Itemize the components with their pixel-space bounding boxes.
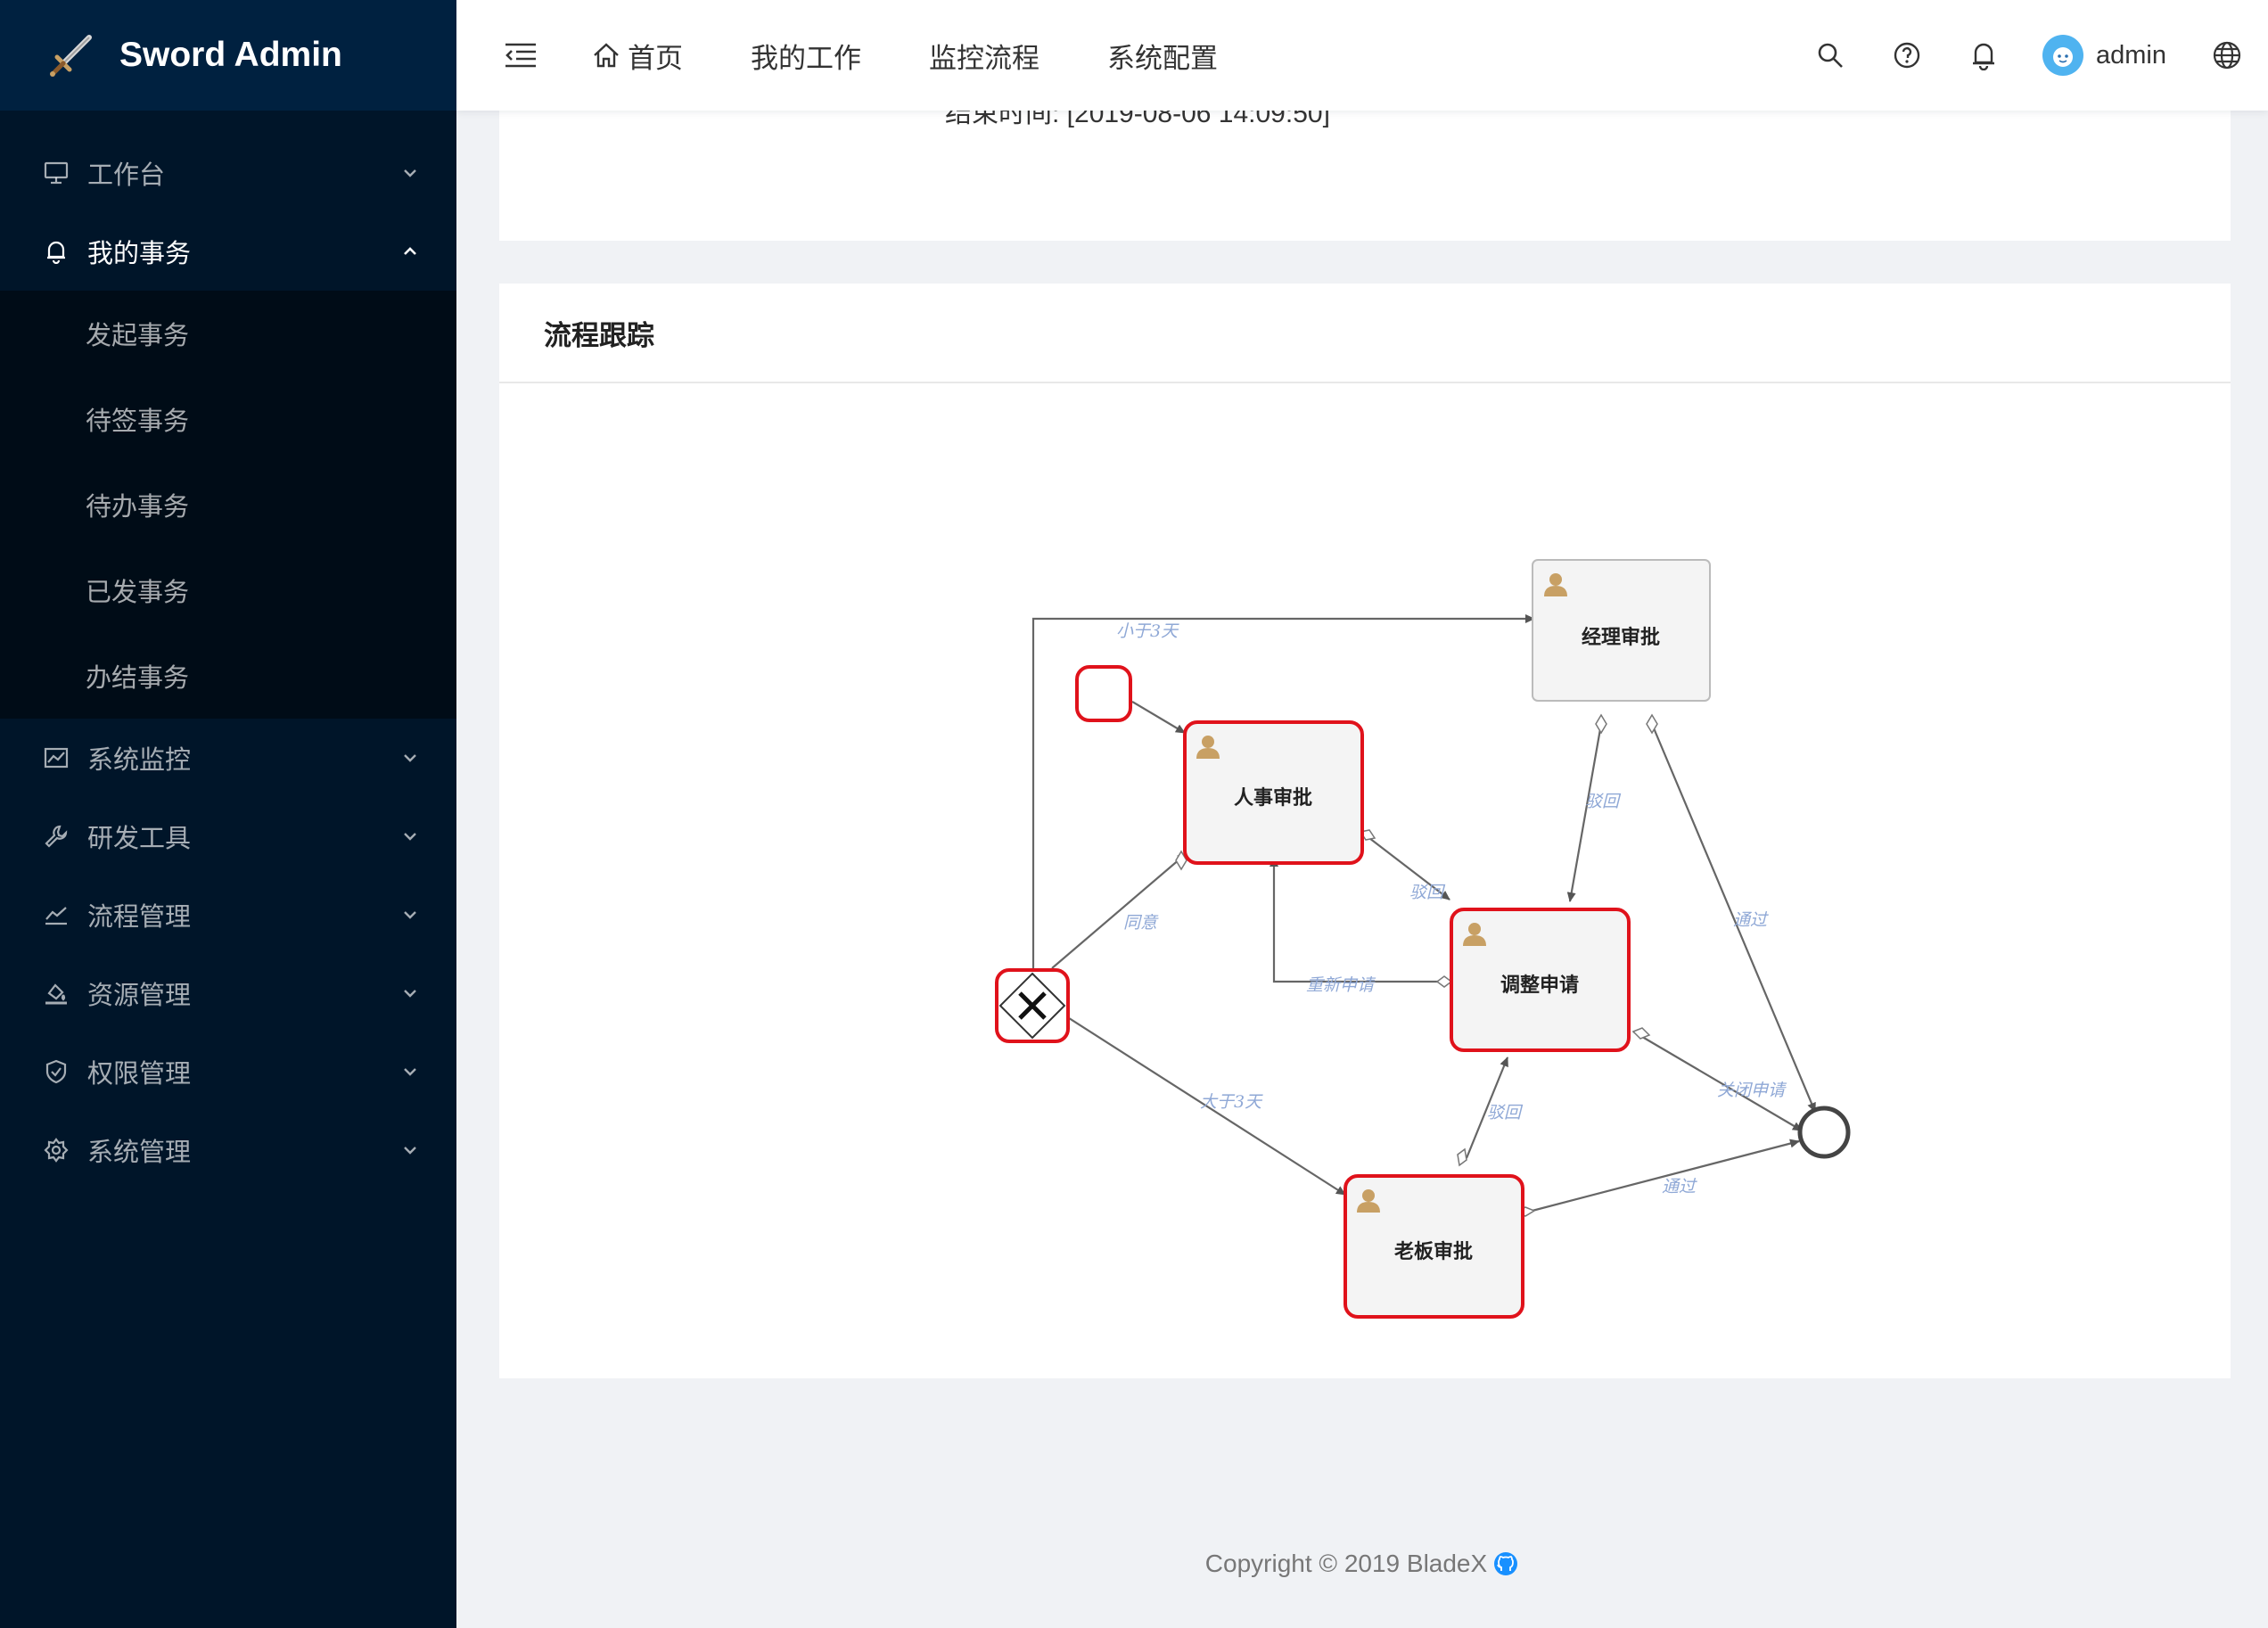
- header-actions: admin: [1812, 0, 2268, 111]
- task-label: 调整申请: [1500, 974, 1579, 997]
- sidebar-item-resource-mgmt[interactable]: 资源管理: [0, 954, 456, 1032]
- sidebar-item-label: 工作台: [87, 160, 166, 190]
- sidebar-item-label: 权限管理: [87, 1058, 192, 1089]
- flow-label-reject-3: 驳回: [1487, 1103, 1524, 1122]
- menu-fold-icon[interactable]: [496, 30, 546, 80]
- sidebar-subitem-done[interactable]: 办结事务: [0, 633, 456, 719]
- flow-marker: [1435, 975, 1453, 988]
- chevron-down-icon: [399, 162, 421, 184]
- process-tracking-card: 流程跟踪 小于3天 驳回 通过 驳回 同意 重新申请 大于3天 关闭申请 驳回 …: [499, 284, 2231, 1378]
- edge-agree: [1051, 852, 1187, 969]
- sidebar-item-my-affairs[interactable]: 我的事务: [0, 212, 456, 291]
- nav-home-label: 首页: [628, 42, 683, 75]
- avatar[interactable]: [2042, 35, 2083, 76]
- home-icon: [594, 43, 619, 68]
- flow-marker: [1631, 1027, 1651, 1040]
- flow-label-less-3: 小于3天: [1116, 621, 1179, 641]
- sidebar-subitem-start[interactable]: 发起事务: [0, 291, 456, 376]
- username[interactable]: admin: [2096, 41, 2166, 70]
- nav-my-work[interactable]: 我的工作: [751, 36, 861, 76]
- bell-icon[interactable]: [1966, 37, 2001, 73]
- edge-reapply: [1270, 857, 1450, 983]
- task-label: 人事审批: [1234, 786, 1312, 810]
- sidebar-item-system-mgmt[interactable]: 系统管理: [0, 1111, 456, 1189]
- chevron-down-icon: [399, 904, 421, 925]
- flow-label-reject-2: 驳回: [1409, 883, 1446, 902]
- sidebar-item-label: 流程管理: [87, 901, 192, 932]
- setting-icon: [43, 1137, 70, 1163]
- submenu-my-affairs: 发起事务 待签事务 待办事务 已发事务 办结事务: [0, 291, 456, 719]
- sidebar-item-dev-tools[interactable]: 研发工具: [0, 797, 456, 876]
- search-icon[interactable]: [1812, 37, 1848, 73]
- edge-start-to-hr: [1131, 701, 1186, 734]
- copyright-text: Copyright © 2019 BladeX: [1204, 1550, 1488, 1577]
- sidebar-item-dashboard[interactable]: 工作台: [0, 134, 456, 212]
- exclusive-gateway[interactable]: [995, 968, 1070, 1043]
- flow-label-agree: 同意: [1123, 913, 1159, 933]
- sidebar-item-label: 系统监控: [87, 744, 192, 775]
- card-title: 流程跟踪: [544, 319, 654, 352]
- top-nav: 首页 我的工作 监控流程 系统配置: [592, 36, 1286, 76]
- sidebar: Sword Admin 工作台 我的事务 发起事务 待签事务 待办事务 已发事务…: [0, 0, 456, 1628]
- flow-marker: [1595, 713, 1607, 735]
- chevron-down-icon: [399, 1139, 421, 1161]
- flow-label-approve-2: 通过: [1662, 1177, 1697, 1196]
- footer: Copyright © 2019 BladeX: [456, 1550, 2268, 1578]
- sidebar-item-label: 研发工具: [87, 823, 192, 853]
- flow-label-approve-1: 通过: [1733, 910, 1769, 930]
- app-title: Sword Admin: [119, 36, 342, 74]
- safety-icon: [43, 1058, 70, 1085]
- help-icon[interactable]: [1889, 37, 1925, 73]
- desktop-icon: [43, 160, 70, 186]
- flow-label-close: 关闭申请: [1717, 1081, 1787, 1100]
- github-icon[interactable]: [1492, 1550, 1519, 1577]
- sidebar-item-monitor[interactable]: 系统监控: [0, 719, 456, 797]
- sidebar-subitem-todo[interactable]: 待办事务: [0, 462, 456, 547]
- sidebar-subitem-sent[interactable]: 已发事务: [0, 547, 456, 633]
- chevron-down-icon: [399, 747, 421, 769]
- nav-system-config[interactable]: 系统配置: [1107, 36, 1218, 76]
- sidebar-item-label: 资源管理: [87, 980, 192, 1010]
- flow-label-reapply: 重新申请: [1306, 975, 1376, 995]
- task-adjust-application[interactable]: 调整申请: [1450, 908, 1631, 1052]
- task-label: 经理审批: [1582, 626, 1660, 649]
- task-boss-approval[interactable]: 老板审批: [1344, 1174, 1524, 1319]
- flow-label-reject-1: 驳回: [1585, 792, 1622, 811]
- end-event[interactable]: [1797, 1106, 1851, 1159]
- sword-icon: [46, 30, 96, 80]
- sidebar-item-process-mgmt[interactable]: 流程管理: [0, 876, 456, 954]
- area-chart-icon: [43, 744, 70, 771]
- chevron-down-icon: [399, 1061, 421, 1082]
- globe-icon[interactable]: [2209, 37, 2245, 73]
- stock-icon: [43, 901, 70, 928]
- process-diagram: 小于3天 驳回 通过 驳回 同意 重新申请 大于3天 关闭申请 驳回 通过 经理…: [995, 559, 1851, 1319]
- flow-label-greater-3: 大于3天: [1200, 1092, 1263, 1112]
- sidebar-subitem-to-sign[interactable]: 待签事务: [0, 376, 456, 462]
- chevron-up-icon: [399, 241, 421, 262]
- bg-colors-icon: [43, 980, 70, 1007]
- sidebar-item-label: 我的事务: [87, 238, 192, 268]
- logo[interactable]: Sword Admin: [0, 0, 456, 111]
- task-manager-approval[interactable]: 经理审批: [1532, 559, 1711, 702]
- top-header: 首页 我的工作 监控流程 系统配置 admin: [456, 0, 2268, 111]
- bell-icon: [43, 238, 70, 265]
- chevron-down-icon: [399, 983, 421, 1004]
- card-header: 流程跟踪: [499, 284, 2231, 383]
- start-event[interactable]: [1075, 665, 1132, 722]
- flow-marker: [1646, 713, 1658, 735]
- sidebar-item-label: 系统管理: [87, 1137, 192, 1167]
- nav-home[interactable]: 首页: [592, 36, 683, 76]
- edge-manager-reject: [1566, 723, 1603, 902]
- task-hr-approval[interactable]: 人事审批: [1183, 720, 1364, 865]
- nav-monitor-process[interactable]: 监控流程: [929, 36, 1040, 76]
- process-info-card: 结束时间: [2019-08-06 14:09:50]: [499, 111, 2231, 241]
- chevron-down-icon: [399, 826, 421, 847]
- task-label: 老板审批: [1393, 1240, 1473, 1263]
- sidebar-item-permission-mgmt[interactable]: 权限管理: [0, 1032, 456, 1111]
- flow-marker: [1457, 1147, 1467, 1167]
- tool-icon: [43, 823, 70, 850]
- end-time: 结束时间: [2019-08-06 14:09:50]: [945, 111, 1330, 128]
